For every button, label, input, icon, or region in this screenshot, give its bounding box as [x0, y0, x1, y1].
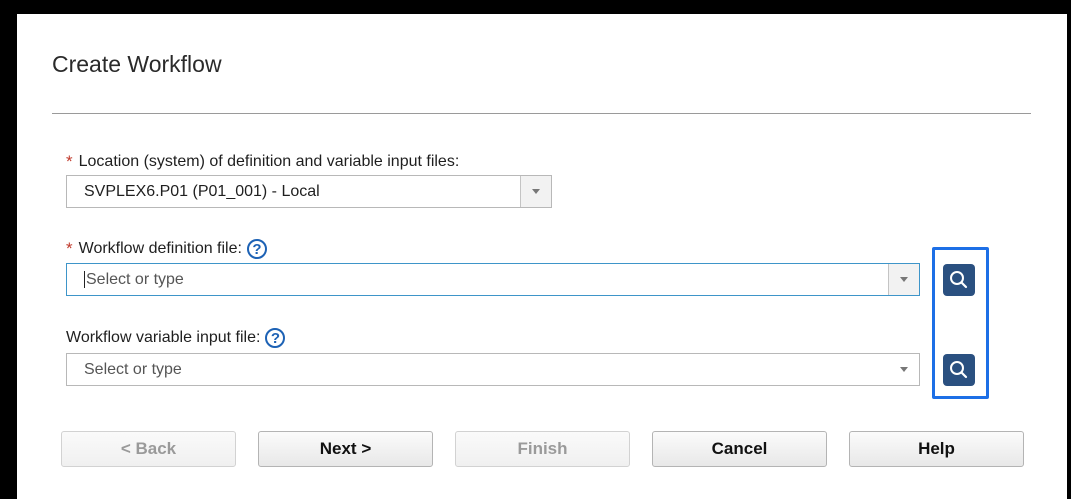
text-cursor	[84, 270, 85, 288]
variable-file-input[interactable]: Select or type	[67, 361, 888, 379]
title-divider	[52, 113, 1031, 114]
required-mark: *	[66, 152, 73, 171]
help-button[interactable]: Help	[849, 431, 1024, 467]
dialog-title: Create Workflow	[52, 51, 222, 77]
chevron-down-icon	[900, 277, 908, 282]
chevron-down-icon	[532, 189, 540, 194]
help-icon[interactable]: ?	[246, 239, 267, 259]
next-button[interactable]: Next >	[258, 431, 433, 467]
location-dropdown-button[interactable]	[520, 176, 551, 207]
location-label-row: * Location (system) of definition and va…	[66, 152, 459, 172]
variable-label: Workflow variable input file:	[66, 329, 261, 346]
definition-file-placeholder: Select or type	[86, 270, 184, 288]
definition-file-input[interactable]: Select or type	[67, 271, 888, 289]
definition-label-row: * Workflow definition file: ?	[66, 239, 267, 259]
definition-label: Workflow definition file:	[78, 240, 242, 257]
location-label: Location (system) of definition and vari…	[78, 153, 460, 170]
required-mark: *	[66, 239, 73, 258]
variable-label-row: Workflow variable input file: ?	[66, 328, 286, 348]
definition-file-combobox[interactable]: Select or type	[66, 263, 920, 296]
back-button[interactable]: < Back	[61, 431, 236, 467]
definition-dropdown-button[interactable]	[888, 264, 919, 295]
variable-file-combobox[interactable]: Select or type	[66, 353, 920, 386]
create-workflow-dialog: Create Workflow * Location (system) of d…	[17, 14, 1067, 499]
location-value: SVPLEX6.P01 (P01_001) - Local	[84, 182, 320, 200]
location-select[interactable]: SVPLEX6.P01 (P01_001) - Local	[66, 175, 552, 208]
variable-file-placeholder: Select or type	[84, 360, 182, 378]
variable-dropdown-button[interactable]	[888, 354, 919, 385]
cancel-button[interactable]: Cancel	[652, 431, 827, 467]
finish-button[interactable]: Finish	[455, 431, 630, 467]
search-buttons-highlight	[932, 247, 989, 399]
help-icon[interactable]: ?	[265, 328, 286, 348]
chevron-down-icon	[899, 367, 908, 372]
